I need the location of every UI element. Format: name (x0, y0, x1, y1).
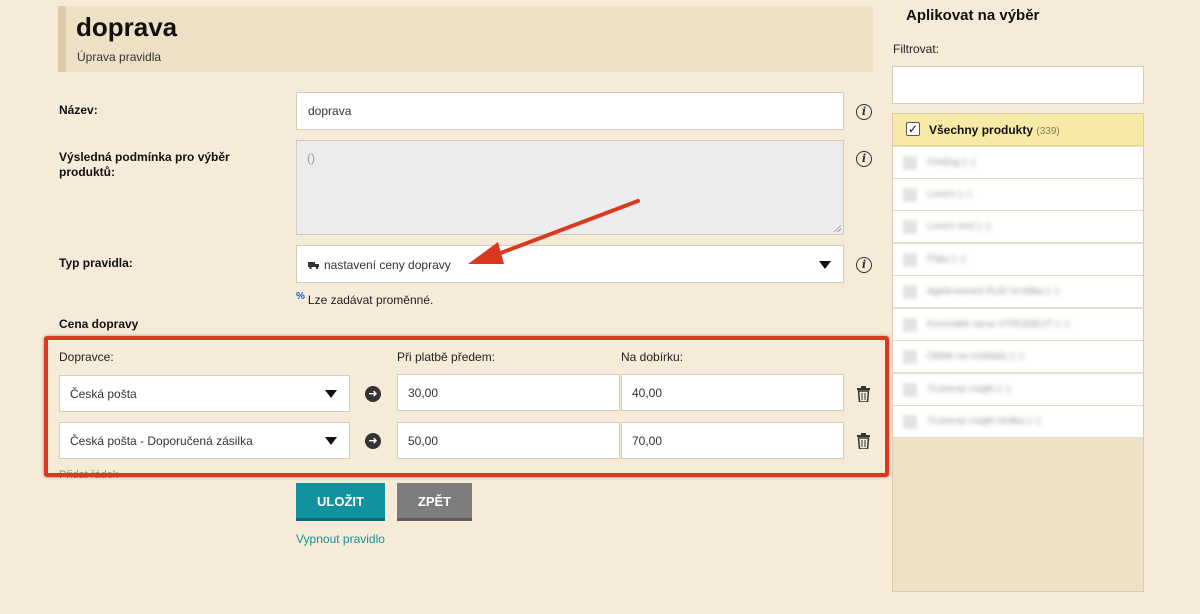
save-button[interactable]: ULOŽIT (296, 483, 385, 521)
condition-label: Výsledná podmínka pro výběr produktů: (59, 150, 230, 179)
all-products-count: (339) (1036, 126, 1060, 137)
chevron-down-icon (819, 261, 831, 269)
checkbox-icon[interactable] (903, 318, 917, 332)
checkbox-checked-icon[interactable]: ✓ (906, 122, 920, 136)
info-icon[interactable]: i (856, 104, 872, 120)
page-title: doprava (76, 12, 178, 42)
checkbox-icon[interactable] (903, 156, 917, 170)
hint-text: Lze zadávat proměnné. (307, 293, 434, 307)
checkbox-icon[interactable] (903, 285, 917, 299)
checkbox-icon[interactable] (903, 253, 917, 267)
highlight-frame (44, 336, 889, 477)
section-title: Cena dopravy (59, 317, 139, 331)
checkbox-icon[interactable] (903, 383, 917, 397)
resize-grip-icon[interactable] (833, 224, 841, 232)
list-item[interactable]: Truheraú rosjbt Hrdba (--) (893, 406, 1143, 438)
filter-input[interactable] (892, 66, 1144, 104)
list-item[interactable]: Hotdog (--) (893, 147, 1143, 179)
filter-label: Filtrovat: (893, 42, 940, 56)
all-products-label: Všechny produkty (339) (929, 123, 1060, 137)
variables-hint: % Lze zadávat proměnné. (296, 291, 433, 307)
info-icon[interactable]: i (856, 257, 872, 273)
all-products-text: Všechny produkty (929, 123, 1034, 137)
disable-rule-link[interactable]: Vypnout pravidlo (296, 532, 385, 546)
list-item[interactable]: Komínáře sena VÝRODEUT (--) (893, 309, 1143, 341)
checkbox-icon[interactable] (903, 415, 917, 429)
info-icon[interactable]: i (856, 151, 872, 167)
apply-panel-title: Aplikovat na výběr (906, 7, 1040, 24)
type-label: Typ pravidla: (59, 256, 133, 270)
checkbox-icon[interactable] (903, 220, 917, 234)
list-item[interactable]: Pláty (--) (893, 244, 1143, 276)
rule-type-value: nastavení ceny dopravy (324, 258, 451, 272)
page-header (58, 6, 873, 72)
list-item[interactable]: Lorem text (--) (893, 211, 1143, 243)
list-item[interactable]: Lorem (--) (893, 179, 1143, 211)
list-item[interactable]: Agebrowned Rušť hrnštka (--) (893, 276, 1143, 308)
truck-icon (308, 262, 319, 269)
page-subtitle: Úprava pravidla (77, 50, 162, 64)
list-item[interactable]: Oblek na rozkladu (--) (893, 341, 1143, 373)
name-label: Název: (59, 103, 98, 117)
list-item[interactable]: Truheraú rosjbt (--) (893, 374, 1143, 406)
annotation-arrow (468, 199, 640, 264)
back-button[interactable]: ZPĚT (397, 483, 472, 521)
checkbox-icon[interactable] (903, 350, 917, 364)
percent-icon: % (296, 291, 305, 302)
condition-placeholder: () (307, 151, 315, 165)
checkbox-icon[interactable] (903, 188, 917, 202)
name-input[interactable]: doprava (296, 92, 844, 130)
